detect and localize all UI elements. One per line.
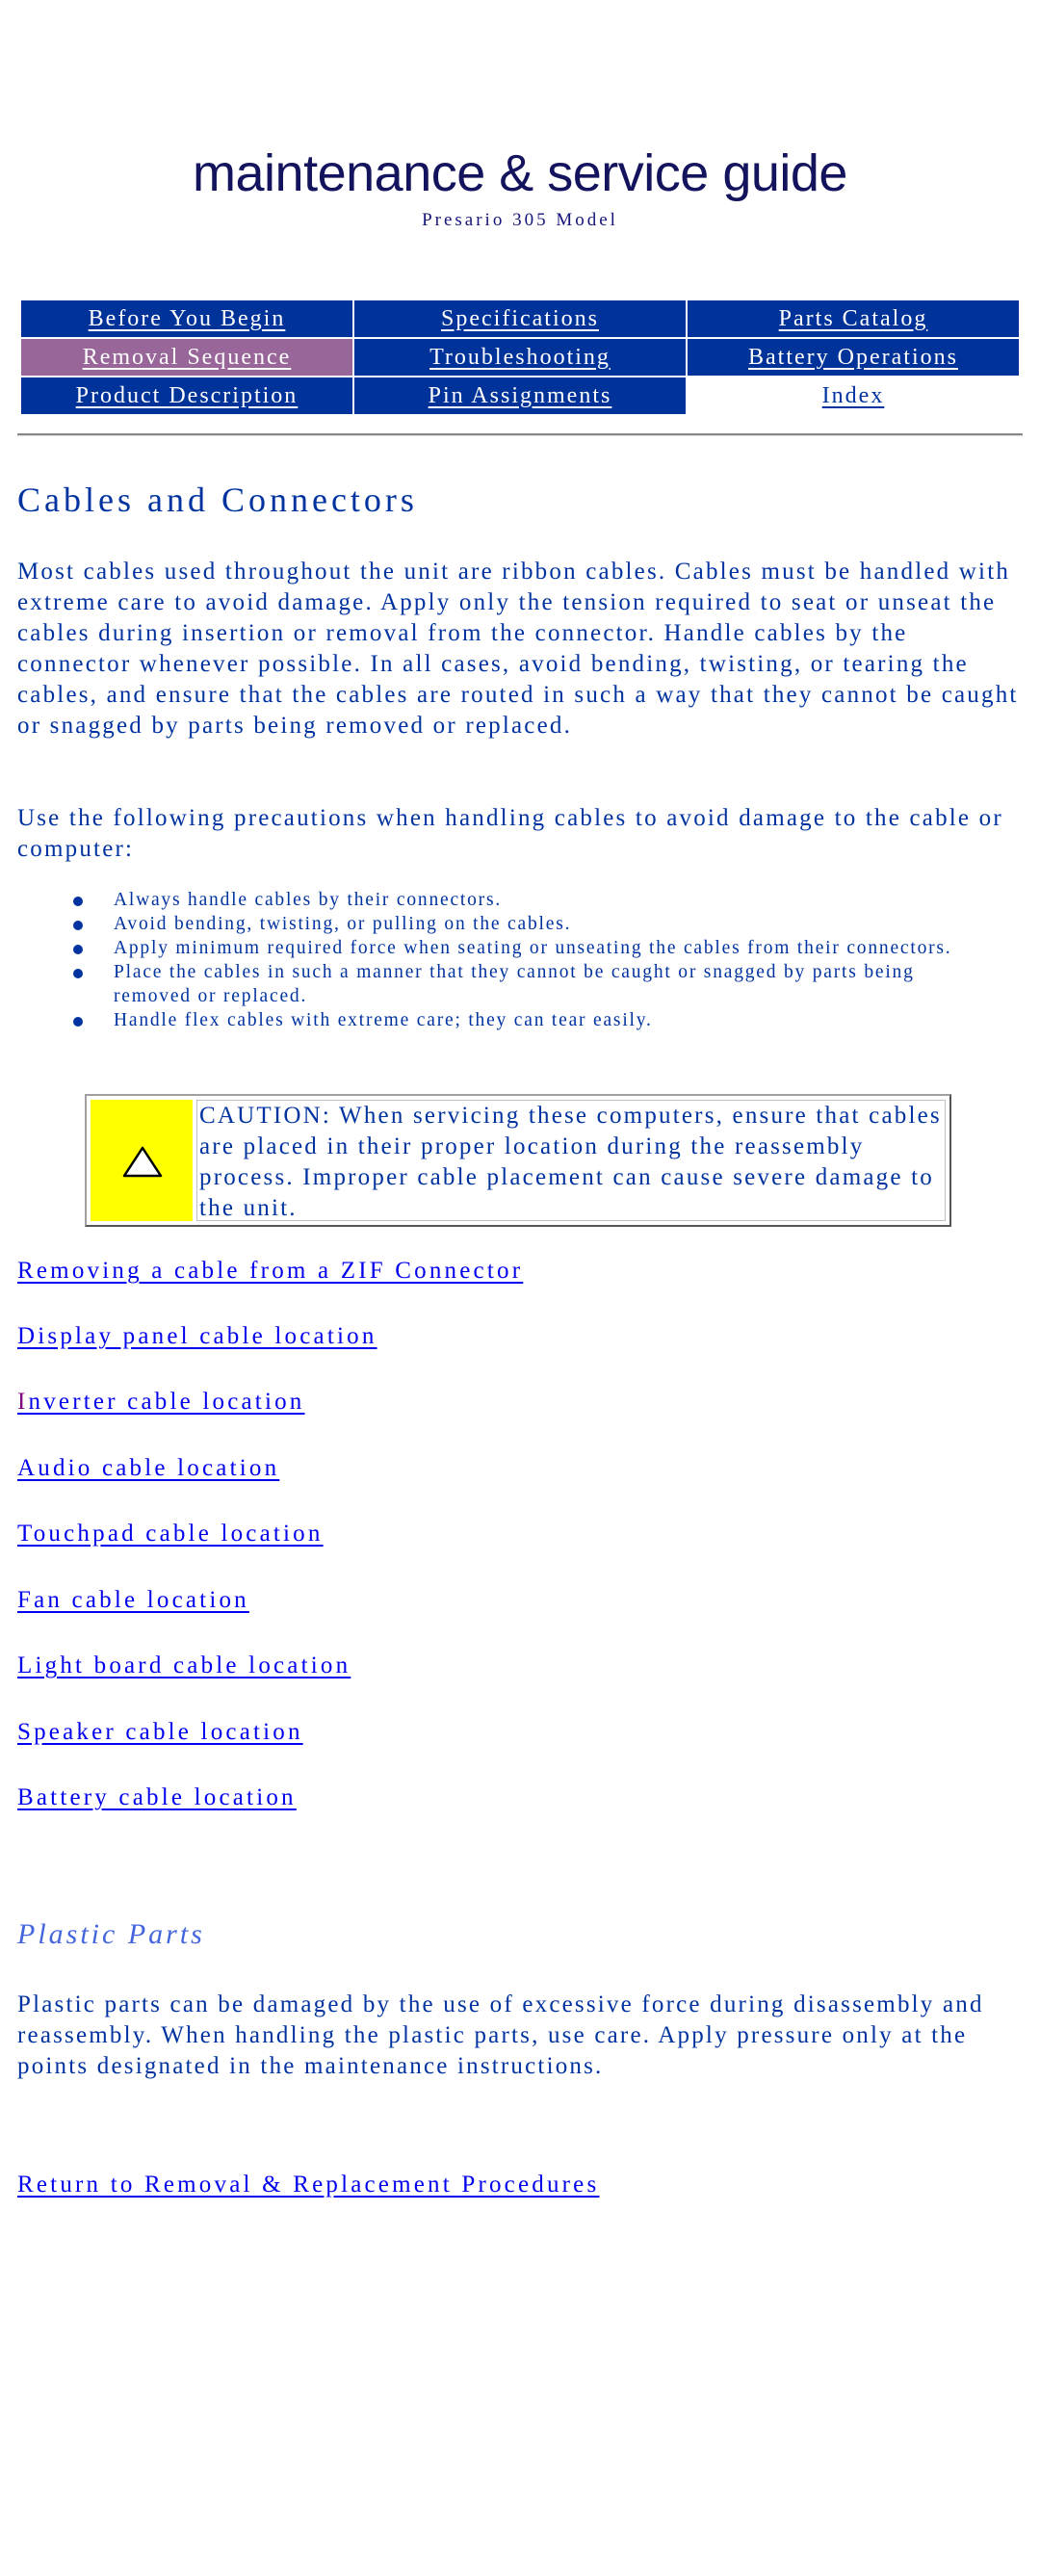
- list-item-text: Handle flex cables with extreme care; th…: [114, 1010, 653, 1030]
- nav-cell: Parts Catalog: [688, 300, 1019, 337]
- nav-link-specifications[interactable]: Specifications: [441, 306, 599, 331]
- caution-icon-cell: [91, 1100, 193, 1221]
- warning-triangle-icon: [122, 1146, 163, 1178]
- list-item: Place the cables in such a manner that t…: [73, 960, 961, 1008]
- page-heading: Cables and Connectors: [17, 481, 418, 519]
- caution-box: CAUTION: When servicing these computers,…: [85, 1094, 951, 1227]
- link-touchpad-cable[interactable]: Touchpad cable location: [17, 1521, 324, 1548]
- bullet-icon: [73, 969, 83, 978]
- nav-link-troubleshooting[interactable]: Troubleshooting: [429, 345, 611, 370]
- horizontal-rule: [17, 433, 1023, 436]
- caution-text: CAUTION: When servicing these computers,…: [196, 1100, 946, 1221]
- list-item: Handle flex cables with extreme care; th…: [73, 1008, 961, 1032]
- nav-cell-active: Removal Sequence: [21, 339, 352, 376]
- list-item-text: Place the cables in such a manner that t…: [114, 962, 915, 1006]
- link-battery-cable[interactable]: Battery cable location: [17, 1784, 297, 1811]
- bullet-icon: [73, 945, 83, 954]
- nav-cell: Specifications: [354, 300, 686, 337]
- list-item: Apply minimum required force when seatin…: [73, 936, 961, 960]
- bullet-icon: [73, 897, 83, 906]
- nav-cell: Index: [688, 377, 1019, 414]
- nav-link-pin-assignments[interactable]: Pin Assignments: [429, 383, 612, 408]
- link-display-panel-cable[interactable]: Display panel cable location: [17, 1323, 377, 1350]
- nav-link-before-you-begin[interactable]: Before You Begin: [89, 306, 286, 331]
- nav-cell: Pin Assignments: [354, 377, 686, 414]
- nav-cell: Troubleshooting: [354, 339, 686, 376]
- nav-link-removal-sequence[interactable]: Removal Sequence: [83, 345, 292, 370]
- list-item-text: Avoid bending, twisting, or pulling on t…: [114, 914, 572, 934]
- list-item: Always handle cables by their connectors…: [73, 888, 961, 912]
- guide-title: maintenance & service guide: [193, 144, 847, 202]
- link-speaker-cable[interactable]: Speaker cable location: [17, 1719, 303, 1746]
- return-link[interactable]: Return to Removal & Replacement Procedur…: [17, 2172, 599, 2199]
- plastic-parts-heading: Plastic Parts: [17, 1918, 205, 1950]
- bullet-icon: [73, 921, 83, 930]
- bullet-icon: [73, 1017, 83, 1027]
- link-audio-cable[interactable]: Audio cable location: [17, 1455, 279, 1482]
- nav-cell: Battery Operations: [688, 339, 1019, 376]
- nav-table: Before You Begin Specifications Parts Ca…: [19, 299, 1021, 416]
- link-light-board-cable[interactable]: Light board cable location: [17, 1652, 351, 1679]
- nav-cell: Product Description: [21, 377, 352, 414]
- banner: maintenance & service guide Presario 305…: [0, 143, 1040, 231]
- plastic-parts-paragraph: Plastic parts can be damaged by the use …: [17, 1991, 984, 2079]
- list-item-text: Apply minimum required force when seatin…: [114, 938, 952, 958]
- link-zif-connector[interactable]: Removing a cable from a ZIF Connector: [17, 1258, 523, 1285]
- link-inverter-cable[interactable]: Inverter cable location: [17, 1389, 304, 1416]
- model-subtitle: Presario 305 Model: [422, 210, 618, 230]
- nav-link-index[interactable]: Index: [822, 383, 885, 408]
- list-item-text: Always handle cables by their connectors…: [114, 890, 503, 910]
- nav-cell: Before You Begin: [21, 300, 352, 337]
- link-fan-cable[interactable]: Fan cable location: [17, 1587, 249, 1614]
- intro-paragraph: Most cables used throughout the unit are…: [17, 559, 1019, 739]
- nav-link-parts-catalog[interactable]: Parts Catalog: [779, 306, 928, 331]
- nav-link-battery-operations[interactable]: Battery Operations: [748, 345, 958, 370]
- precautions-list: Always handle cables by their connectors…: [73, 888, 961, 1032]
- nav-link-product-description[interactable]: Product Description: [76, 383, 299, 408]
- list-item: Avoid bending, twisting, or pulling on t…: [73, 912, 961, 936]
- precautions-intro: Use the following precautions when handl…: [17, 805, 1003, 862]
